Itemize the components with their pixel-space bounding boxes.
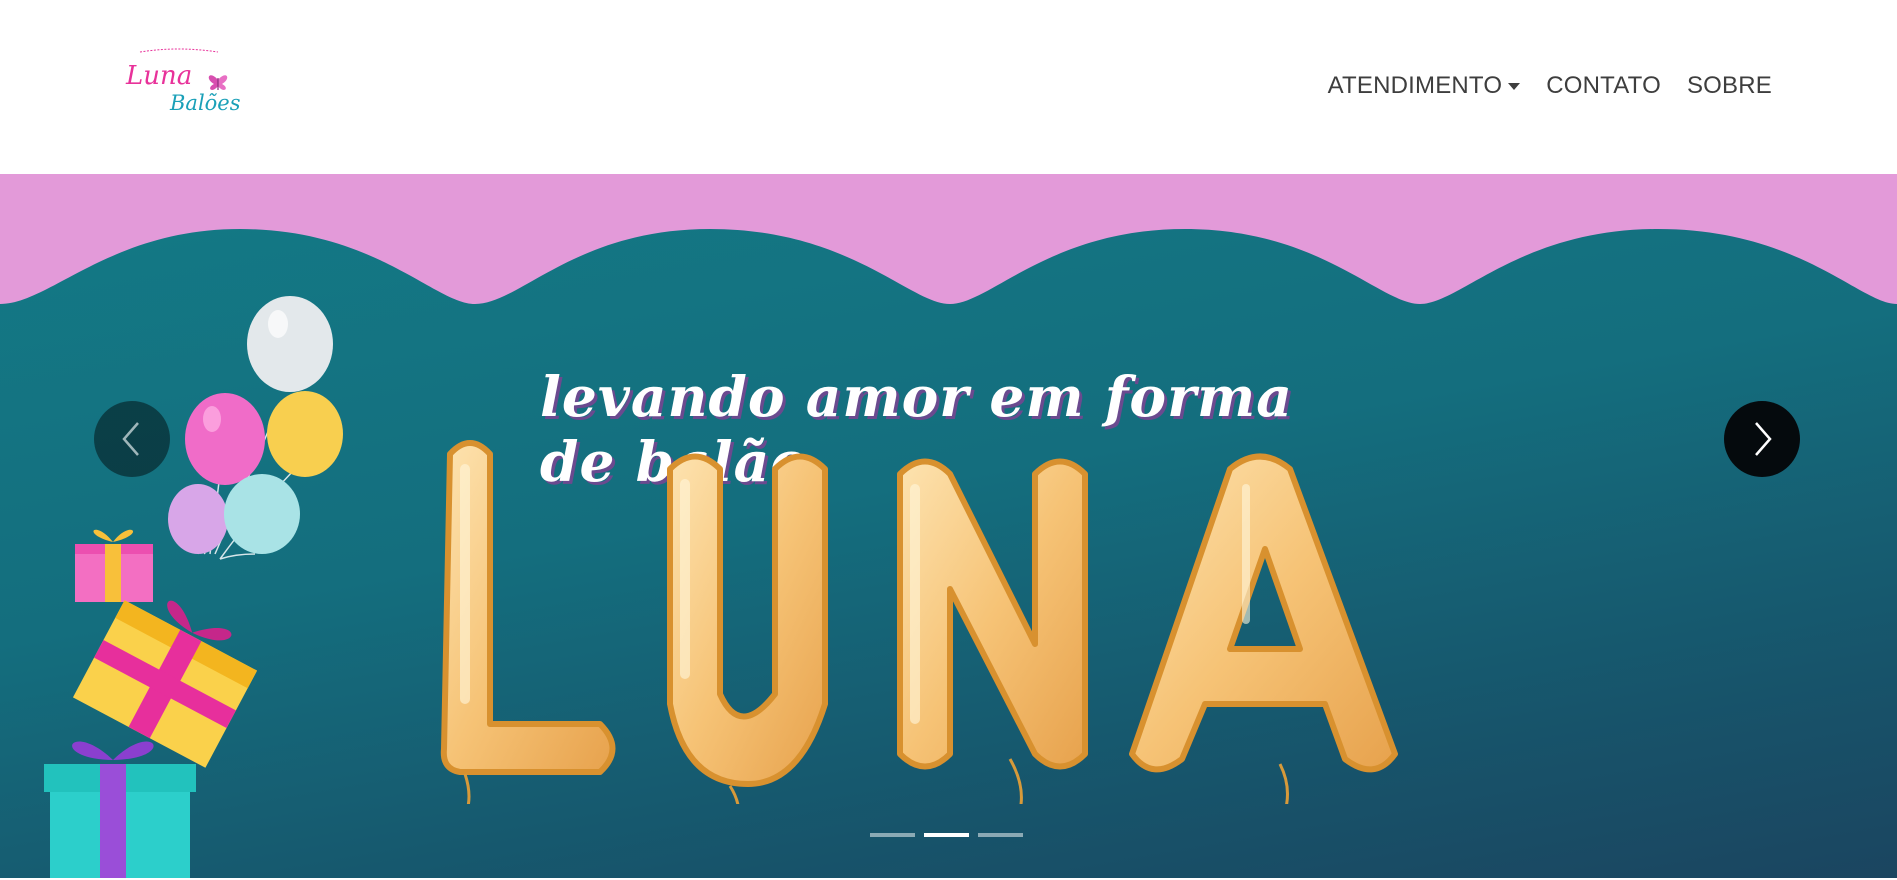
carousel-indicator-3[interactable] xyxy=(978,833,1023,837)
caret-down-icon xyxy=(1508,82,1521,90)
chevron-left-icon xyxy=(122,422,139,456)
brand-logo[interactable]: Luna Balões xyxy=(118,44,248,124)
svg-text:Luna: Luna xyxy=(125,61,192,91)
carousel-next-button[interactable] xyxy=(1724,401,1800,477)
main-nav: ATENDIMENTO CONTATO SOBRE xyxy=(1328,72,1772,100)
gift-teal xyxy=(44,741,196,878)
gift-yellow xyxy=(72,600,258,768)
balloon-white xyxy=(247,296,333,392)
nav-contato-label: CONTATO xyxy=(1546,72,1661,99)
nav-atendimento-label: ATENDIMENTO xyxy=(1327,72,1503,99)
balloon-aqua xyxy=(224,474,300,554)
nav-contato[interactable]: CONTATO xyxy=(1546,72,1661,100)
luna-balloon-letters xyxy=(440,440,1398,804)
gift-small-pink xyxy=(75,529,153,602)
balloon-yellow xyxy=(267,391,343,477)
hero-carousel: levando amor em forma de balão xyxy=(0,174,1897,878)
carousel-indicator-1[interactable] xyxy=(870,833,915,837)
carousel-indicator-2[interactable] xyxy=(924,833,969,837)
nav-sobre-label: SOBRE xyxy=(1686,72,1772,99)
nav-sobre[interactable]: SOBRE xyxy=(1687,72,1772,100)
carousel-prev-button[interactable] xyxy=(94,401,170,477)
navbar: Luna Balões ATENDIMENTO CONTATO SOBRE xyxy=(0,0,1897,174)
luna-baloes-logo: Luna Balões xyxy=(125,48,241,115)
carousel-indicators xyxy=(870,833,1023,837)
balloon-pink xyxy=(185,393,265,485)
svg-text:Balões: Balões xyxy=(169,91,241,115)
chevron-right-icon xyxy=(1755,422,1772,456)
nav-atendimento-dropdown[interactable]: ATENDIMENTO xyxy=(1328,72,1521,100)
balloon-lilac xyxy=(168,484,228,554)
